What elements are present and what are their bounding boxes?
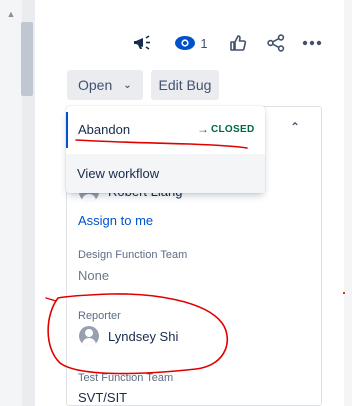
scrollbar-thumb[interactable] <box>21 22 33 96</box>
test-function-team-label: Test Function Team <box>78 372 174 384</box>
edit-bug-label: Edit Bug <box>158 77 212 93</box>
right-edge-strip <box>344 0 352 406</box>
view-workflow-item[interactable]: View workflow <box>66 154 265 193</box>
feedback-button[interactable] <box>130 30 156 56</box>
vote-button[interactable] <box>226 30 250 56</box>
annotation-dot <box>343 292 345 294</box>
ellipsis-icon <box>302 40 322 46</box>
design-function-team-value[interactable]: None <box>78 268 109 283</box>
closed-status-lozenge: CLOSED <box>211 124 255 135</box>
design-function-team-label: Design Function Team <box>78 249 188 261</box>
watch-button[interactable]: 1 <box>170 30 212 56</box>
watch-count: 1 <box>200 35 208 51</box>
reporter-avatar <box>79 326 99 346</box>
share-icon <box>267 34 285 52</box>
left-scroll-track[interactable]: ▲ <box>0 0 22 406</box>
edit-bug-button[interactable]: Edit Bug <box>151 70 219 100</box>
collapse-chevron-icon[interactable]: ⌃ <box>290 120 300 134</box>
transition-menu: Abandon → CLOSED View workflow <box>66 106 265 193</box>
status-transition-button[interactable]: Open ⌄ <box>67 70 143 100</box>
eye-icon <box>175 36 196 50</box>
more-actions-button[interactable] <box>300 30 324 56</box>
scroll-up-icon[interactable]: ▲ <box>5 9 17 19</box>
reporter-label: Reporter <box>78 310 121 322</box>
reporter-name[interactable]: Lyndsey Shi <box>108 329 178 344</box>
assign-to-me-link[interactable]: Assign to me <box>78 213 153 228</box>
status-label: Open <box>78 77 113 93</box>
test-function-team-value[interactable]: SVT/SIT <box>78 390 127 405</box>
transition-abandon-item[interactable]: Abandon → CLOSED <box>66 112 265 148</box>
thumbs-up-icon <box>230 35 247 51</box>
arrow-right-icon: → <box>197 122 209 136</box>
share-button[interactable] <box>264 30 288 56</box>
view-workflow-label: View workflow <box>77 166 160 181</box>
transition-label: Abandon <box>78 122 131 137</box>
chevron-down-icon: ⌄ <box>123 79 132 91</box>
megaphone-icon <box>134 35 150 50</box>
